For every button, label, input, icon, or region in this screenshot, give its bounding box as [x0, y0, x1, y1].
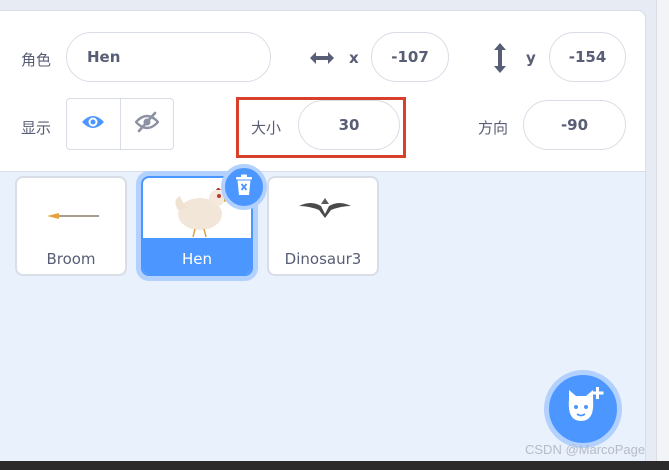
trash-icon — [234, 174, 254, 200]
eye-icon — [81, 113, 105, 135]
size-label: 大小 — [251, 119, 282, 137]
choose-sprite-button[interactable] — [544, 370, 622, 448]
sprite-name-input[interactable]: Hen — [66, 32, 271, 82]
bottom-bar — [0, 461, 669, 470]
watermark-text: CSDN @MarcoPage — [525, 442, 646, 457]
y-input[interactable]: -154 — [549, 32, 626, 82]
y-label: y — [526, 49, 536, 67]
sprite-tile-label: Dinosaur3 — [284, 250, 362, 268]
size-input[interactable]: 30 — [298, 100, 400, 150]
sprite-tile-label: Broom — [46, 250, 96, 268]
delete-sprite-button[interactable] — [221, 164, 267, 210]
x-input[interactable]: -107 — [371, 32, 449, 82]
vertical-arrows-icon — [488, 41, 512, 79]
direction-label: 方向 — [478, 119, 509, 137]
x-label: x — [349, 49, 359, 67]
sprite-info-panel: 角色 Hen x -107 y -154 显示 大小 30 方向 -90 — [0, 11, 645, 172]
dinosaur-icon — [297, 196, 353, 226]
visibility-toggle — [66, 98, 174, 150]
sprite-name-label: 角色 — [21, 51, 52, 69]
hide-button[interactable] — [119, 99, 174, 149]
sprite-tile-dinosaur3[interactable]: Dinosaur3 — [267, 176, 379, 276]
show-label: 显示 — [21, 119, 52, 137]
direction-input[interactable]: -90 — [523, 100, 626, 150]
right-edge-strip — [656, 0, 669, 470]
cat-plus-icon — [561, 387, 605, 431]
horizontal-arrows-icon — [308, 45, 336, 75]
show-button[interactable] — [67, 99, 120, 149]
sprite-tile-broom[interactable]: Broom — [15, 176, 127, 276]
sprite-tile-label: Hen — [181, 250, 212, 268]
eye-off-icon — [134, 111, 160, 137]
broom-icon — [45, 206, 101, 225]
